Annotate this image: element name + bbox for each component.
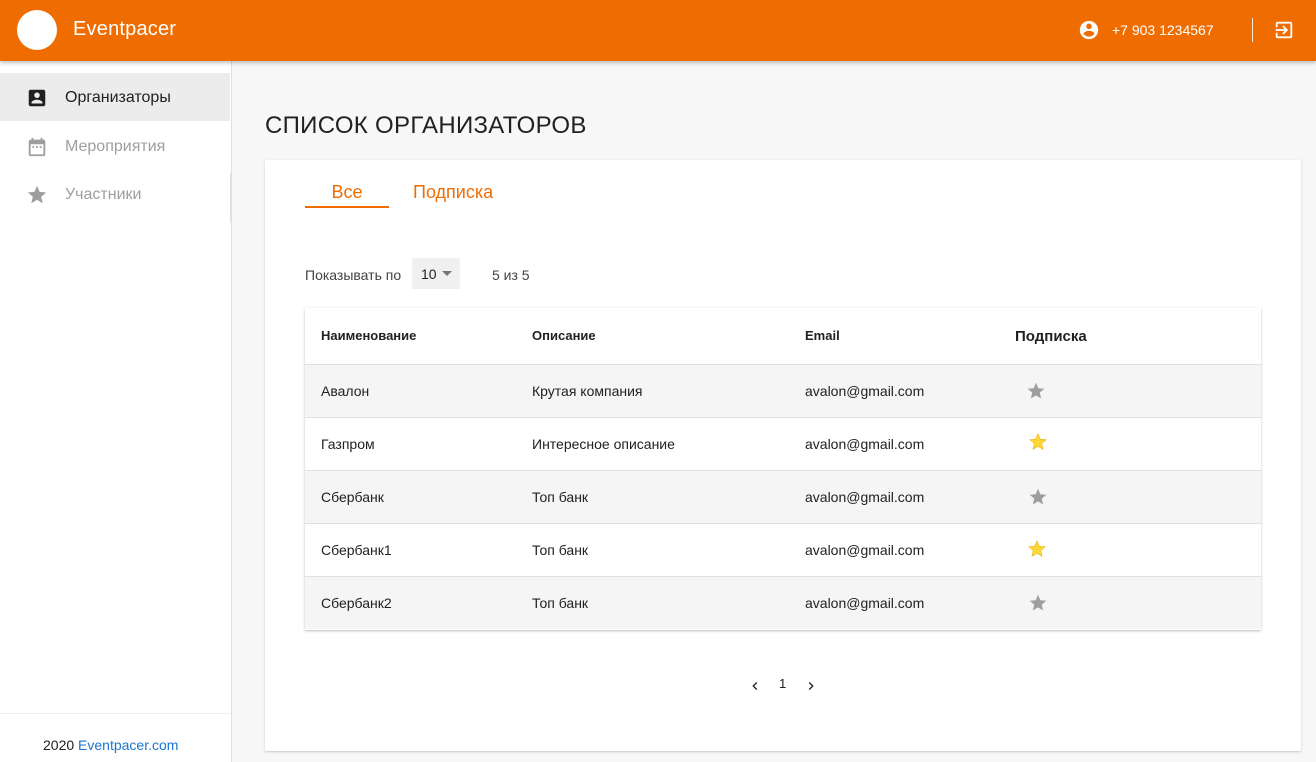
cell-email: avalon@gmail.com — [805, 436, 925, 452]
cell-email: avalon@gmail.com — [805, 595, 925, 611]
cell-description: Интересное описание — [532, 436, 675, 452]
logout-icon[interactable] — [1273, 19, 1295, 41]
chevron-down-icon — [442, 271, 452, 276]
star-filled-icon[interactable] — [1028, 432, 1048, 452]
star-outline-icon[interactable] — [1028, 487, 1048, 507]
page-number[interactable]: 1 — [779, 676, 786, 691]
column-header-subscription[interactable]: Подписка — [1015, 328, 1087, 345]
sidebar-item-events[interactable]: Мероприятия — [0, 122, 230, 170]
tab-subscription[interactable]: Подписка — [413, 182, 493, 203]
star-outline-icon[interactable] — [1026, 381, 1046, 401]
cell-description: Крутая компания — [532, 383, 643, 399]
sidebar: Организаторы Мероприятия Участники 2020 … — [0, 61, 232, 762]
table-row[interactable]: Авалон Крутая компания avalon@gmail.com — [305, 364, 1261, 417]
rows-per-page-value: 10 — [421, 266, 437, 282]
cell-name: Авалон — [321, 383, 370, 399]
cell-name: Газпром — [321, 436, 375, 452]
sidebar-item-organizers[interactable]: Организаторы — [0, 73, 230, 121]
organizers-table: Наименование Описание Email Подписка Ава… — [305, 308, 1261, 630]
column-header-description[interactable]: Описание — [532, 328, 596, 343]
cell-name: Сбербанк2 — [321, 595, 392, 611]
star-filled-icon[interactable] — [1027, 539, 1047, 559]
rows-per-page-label: Показывать по — [305, 267, 402, 283]
table-row[interactable]: Сбербанк Топ банк avalon@gmail.com — [305, 470, 1261, 523]
logo[interactable] — [17, 10, 57, 50]
sidebar-item-label: Участники — [65, 186, 142, 203]
rows-per-page-select[interactable]: 10 — [412, 258, 460, 289]
organizers-card: Все Подписка Показывать по 10 5 из 5 Наи… — [265, 160, 1301, 751]
app-title: Eventpacer — [73, 18, 177, 40]
star-outline-icon[interactable] — [1028, 593, 1048, 613]
footer-year: 2020 — [43, 737, 75, 753]
table-row[interactable]: Сбербанк2 Топ банк avalon@gmail.com — [305, 576, 1261, 629]
header-divider — [1252, 18, 1253, 42]
chevron-right-icon[interactable] — [803, 678, 819, 694]
account-box-icon — [28, 89, 46, 107]
sidebar-item-label: Мероприятия — [65, 138, 166, 155]
calendar-icon — [28, 137, 46, 157]
cell-email: avalon@gmail.com — [805, 489, 925, 505]
cell-email: avalon@gmail.com — [805, 383, 925, 399]
chevron-left-icon[interactable] — [747, 678, 763, 694]
footer-link[interactable]: Eventpacer.com — [78, 737, 178, 753]
column-header-email[interactable]: Email — [805, 328, 840, 343]
footer-divider — [0, 713, 231, 714]
table-row[interactable]: Газпром Интересное описание avalon@gmail… — [305, 417, 1261, 470]
cell-description: Топ банк — [532, 542, 589, 558]
column-header-name[interactable]: Наименование — [321, 328, 416, 343]
cell-description: Топ банк — [532, 489, 589, 505]
cell-name: Сбербанк1 — [321, 542, 392, 558]
star-icon — [27, 185, 47, 204]
cell-description: Топ банк — [532, 595, 589, 611]
tab-all[interactable]: Все — [305, 182, 389, 208]
cell-name: Сбербанк — [321, 489, 384, 505]
items-count: 5 из 5 — [492, 267, 530, 283]
page-title: СПИСОК ОРГАНИЗАТОРОВ — [265, 112, 587, 139]
account-circle-icon — [1079, 20, 1099, 40]
user-phone: +7 903 1234567 — [1112, 22, 1214, 38]
cell-email: avalon@gmail.com — [805, 542, 925, 558]
sidebar-scroll-indicator — [230, 173, 232, 223]
sidebar-footer: 2020 Eventpacer.com — [43, 737, 178, 753]
active-tab-indicator — [305, 206, 389, 208]
top-app-bar: Eventpacer +7 903 1234567 — [0, 0, 1316, 61]
sidebar-item-participants[interactable]: Участники — [0, 170, 230, 218]
sidebar-item-label: Организаторы — [65, 89, 171, 106]
table-row[interactable]: Сбербанк1 Топ банк avalon@gmail.com — [305, 523, 1261, 576]
